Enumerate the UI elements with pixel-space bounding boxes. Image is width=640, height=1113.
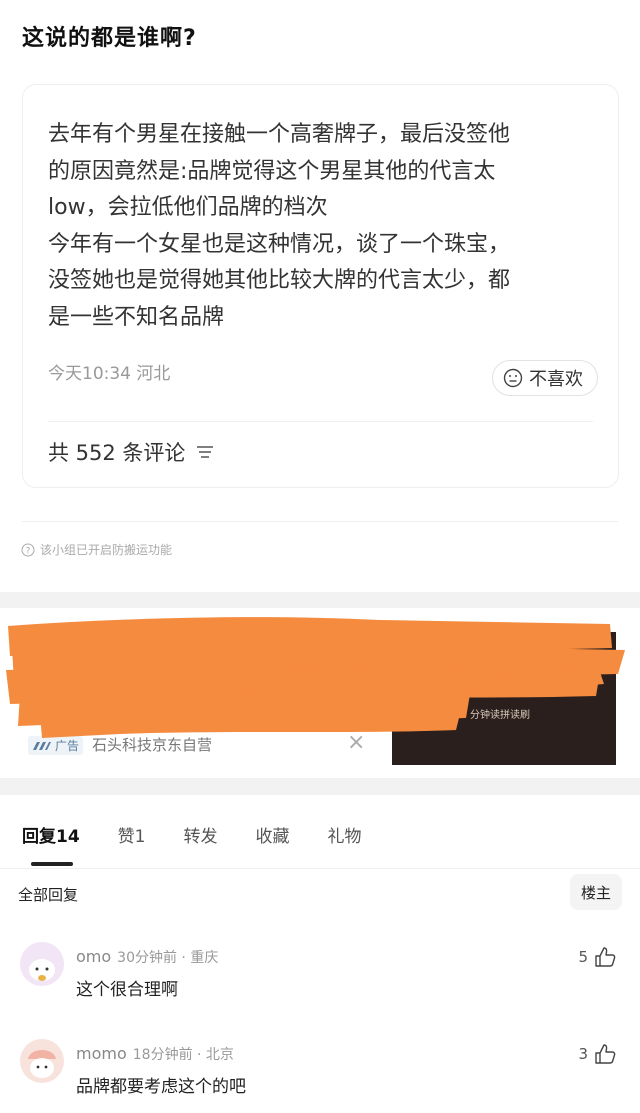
page-title: 这说的都是谁啊? — [22, 26, 197, 51]
dislike-label: 不喜欢 — [529, 369, 583, 390]
post-line: low，会拉低他们品牌的档次 — [48, 195, 328, 220]
comment-header: momo 18分钟前 · 北京 — [76, 1044, 234, 1064]
comment-item: omo 30分钟前 · 重庆 这个很合理啊 5 — [0, 942, 640, 1022]
question-icon: ? — [21, 543, 35, 556]
post-card: 去年有个男星在接触一个高奢牌子，最后没签他 的原因竟然是:品牌觉得这个男星其他的… — [22, 84, 619, 488]
comment-sort-button[interactable]: 共 552 条评论 — [48, 437, 215, 467]
post-line: 今年有一个女星也是这种情况，谈了一个珠宝， — [48, 231, 511, 257]
comment-text: 品牌都要考虑这个的吧 — [76, 1077, 246, 1097]
sort-icon — [197, 446, 214, 458]
like-count: 5 — [578, 948, 588, 966]
notice: ? 该小组已开启防搬运功能 — [21, 541, 172, 558]
active-tab-indicator — [31, 862, 73, 866]
post-line: 的原因竟然是:品牌觉得这个男星其他的代言太 — [48, 158, 496, 184]
comment-count: 共 552 条评论 — [48, 441, 186, 465]
username[interactable]: momo — [76, 1044, 127, 1063]
divider — [22, 521, 618, 522]
comment-meta: 30分钟前 · 重庆 — [117, 950, 219, 966]
post-line: 去年有个男星在接触一个高奢牌子，最后没签他 — [48, 122, 511, 147]
tab-likes[interactable]: 赞1 — [118, 822, 146, 847]
post-meta: 今天10:34 河北 — [48, 364, 171, 384]
ad-banner[interactable]: 分钟读拼读刷 广告 石头科技京东自营 × — [0, 608, 640, 778]
redaction-scribble — [6, 617, 625, 738]
divider — [0, 868, 640, 869]
sad-face-icon — [503, 368, 523, 388]
comment-meta: 18分钟前 · 北京 — [132, 1047, 234, 1063]
svg-text:?: ? — [26, 546, 31, 556]
all-replies-header: 全部回复 — [18, 886, 79, 904]
thumbs-up-icon — [595, 1044, 616, 1064]
comment-text: 这个很合理啊 — [76, 980, 178, 1000]
username[interactable]: omo — [76, 947, 111, 966]
like-count: 3 — [578, 1045, 588, 1063]
post-line: 是一些不知名品牌 — [48, 304, 225, 330]
like-button[interactable]: 5 — [578, 946, 616, 968]
like-button[interactable]: 3 — [578, 1043, 616, 1065]
dislike-button[interactable]: 不喜欢 — [492, 360, 598, 396]
divider — [48, 421, 593, 422]
thumbs-up-icon — [595, 947, 616, 967]
tab-reposts[interactable]: 转发 — [184, 822, 218, 847]
section-gap — [0, 778, 640, 795]
avatar[interactable] — [20, 942, 64, 986]
avatar-image — [20, 1039, 64, 1083]
avatar[interactable] — [20, 1039, 64, 1083]
comment-header: omo 30分钟前 · 重庆 — [76, 947, 218, 967]
post-line: 没签她也是觉得她其他比较大牌的代言太少，都 — [48, 268, 511, 293]
tab-replies[interactable]: 回复14 — [22, 822, 80, 847]
tab-bar: 回复14 赞1 转发 收藏 礼物 — [22, 822, 400, 847]
tab-gifts[interactable]: 礼物 — [328, 822, 362, 847]
tab-favorites[interactable]: 收藏 — [256, 822, 290, 847]
comment-item: momo 18分钟前 · 北京 品牌都要考虑这个的吧 3 — [0, 1039, 640, 1113]
op-only-button[interactable]: 楼主 — [570, 874, 622, 910]
avatar-image — [20, 942, 64, 986]
post-body: 去年有个男星在接触一个高奢牌子，最后没签他 的原因竟然是:品牌觉得这个男星其他的… — [48, 117, 593, 336]
section-gap — [0, 592, 640, 608]
notice-text: 该小组已开启防搬运功能 — [40, 543, 173, 557]
